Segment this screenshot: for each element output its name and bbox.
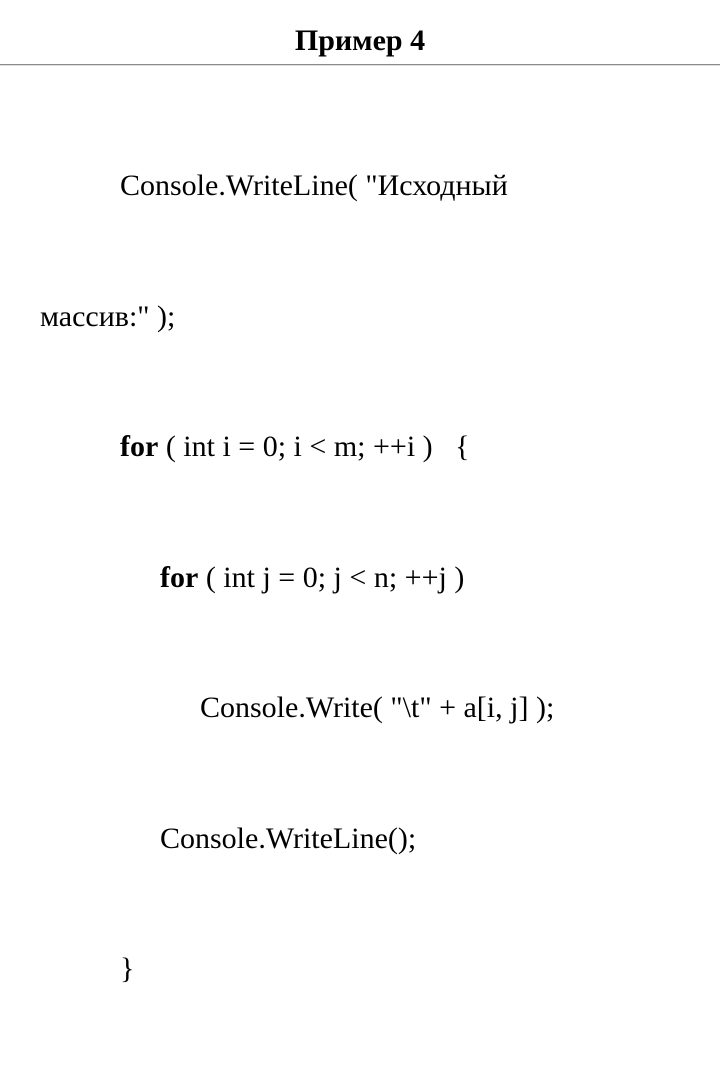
code-line-6: } xyxy=(40,947,680,991)
code-line-2: for ( int i = 0; i < m; ++i ) { xyxy=(40,425,680,469)
code-line-1b: массив:" ); xyxy=(40,295,680,339)
code-line-1a: Console.WriteLine( "Исходный xyxy=(40,164,680,208)
keyword-for-outer: for xyxy=(120,430,158,463)
code-line-2-rest: ( int i = 0; i < m; ++i ) { xyxy=(158,430,469,463)
code-line-3: for ( int j = 0; j < n; ++j ) xyxy=(40,556,680,600)
code-line-3-rest: ( int j = 0; j < n; ++j ) xyxy=(198,561,464,594)
slide: Пример 4 Console.WriteLine( "Исходный ма… xyxy=(0,0,720,540)
keyword-for-inner: for xyxy=(160,561,198,594)
code-block: Console.WriteLine( "Исходный массив:" );… xyxy=(40,77,680,1080)
code-line-5: Console.WriteLine(); xyxy=(40,817,680,861)
code-line-4: Console.Write( "\t" + a[i, j] ); xyxy=(40,686,680,730)
slide-title: Пример 4 xyxy=(40,24,680,58)
code-line-7: double sum = 0; xyxy=(40,1078,680,1080)
title-divider xyxy=(0,64,720,65)
